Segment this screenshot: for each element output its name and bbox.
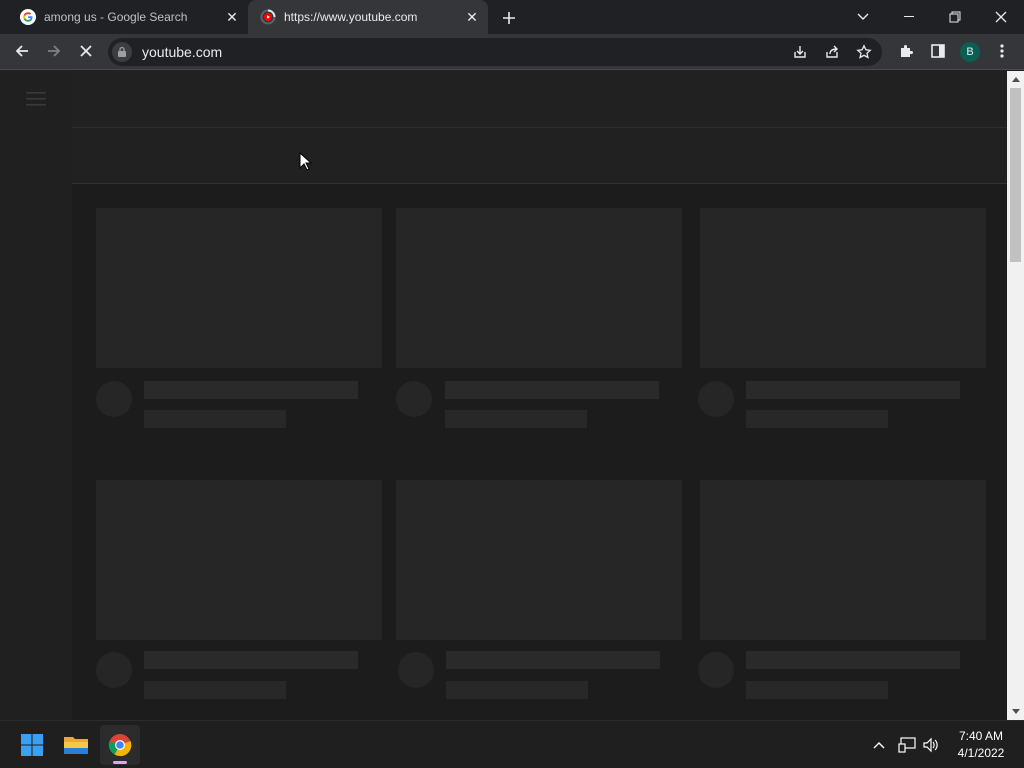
tab-title: https://www.youtube.com: [284, 10, 418, 24]
chevron-down-icon: [857, 13, 869, 20]
hamburger-menu-icon[interactable]: [26, 91, 46, 107]
title-line-skeleton: [144, 381, 358, 399]
video-thumbnail-skeleton: [96, 208, 382, 368]
chevron-up-icon: [873, 742, 885, 749]
clock-time[interactable]: 7:40 AM: [948, 729, 1014, 743]
network-icon[interactable]: [896, 734, 918, 756]
show-hidden-icons-button[interactable]: [868, 734, 890, 756]
url-text[interactable]: youtube.com: [142, 44, 222, 60]
channel-avatar-skeleton: [96, 652, 132, 688]
channel-avatar-skeleton: [96, 381, 132, 417]
page-scrollbar[interactable]: [1007, 71, 1024, 720]
mouse-cursor-icon: [299, 152, 313, 171]
extensions-button[interactable]: [892, 37, 920, 65]
tab-close-icon[interactable]: ✕: [224, 9, 240, 25]
channel-avatar-skeleton: [396, 381, 432, 417]
masthead-skeleton: [72, 71, 1007, 128]
tab-title: among us - Google Search: [44, 10, 188, 24]
profile-avatar[interactable]: B: [960, 42, 980, 62]
title-line-skeleton: [746, 381, 960, 399]
video-grid-skeleton: [72, 184, 1007, 720]
video-thumbnail-skeleton: [96, 480, 382, 640]
youtube-loading-icon: [260, 9, 276, 25]
side-panel-icon: [931, 44, 945, 58]
chrome-icon: [108, 734, 132, 757]
lock-icon[interactable]: [112, 42, 132, 62]
windows-taskbar: 7:40 AM 4/1/2022: [0, 720, 1024, 768]
plus-icon: [503, 12, 515, 24]
title-line-skeleton: [144, 651, 358, 669]
back-button[interactable]: [8, 37, 36, 65]
volume-icon[interactable]: [920, 734, 942, 756]
minimize-icon: [904, 16, 914, 17]
meta-line-skeleton: [144, 410, 286, 428]
tab-strip: among us - Google Search ✕ https://www.y…: [0, 0, 1024, 34]
scroll-down-arrow[interactable]: [1007, 703, 1024, 720]
forward-button[interactable]: [40, 37, 68, 65]
windows-logo-icon: [21, 734, 43, 756]
share-icon[interactable]: [822, 42, 842, 62]
menu-button[interactable]: [988, 37, 1016, 65]
folder-icon: [64, 737, 88, 754]
puzzle-icon: [901, 45, 913, 57]
channel-avatar-skeleton: [698, 381, 734, 417]
tab-search-button[interactable]: [840, 0, 886, 34]
arrow-left-icon: [15, 45, 28, 57]
meta-line-skeleton: [445, 410, 587, 428]
more-vertical-icon: [1000, 44, 1004, 58]
tab-google-search[interactable]: among us - Google Search ✕: [8, 0, 248, 34]
channel-avatar-skeleton: [398, 652, 434, 688]
meta-line-skeleton: [144, 681, 286, 699]
meta-line-skeleton: [746, 410, 888, 428]
side-panel-button[interactable]: [924, 37, 952, 65]
video-thumbnail-skeleton: [396, 480, 682, 640]
title-line-skeleton: [446, 651, 660, 669]
close-icon: [80, 45, 92, 57]
meta-line-skeleton: [746, 681, 888, 699]
new-tab-button[interactable]: [498, 7, 520, 29]
title-line-skeleton: [445, 381, 659, 399]
minimize-button[interactable]: [886, 0, 932, 34]
star-icon[interactable]: [854, 42, 874, 62]
close-window-button[interactable]: [978, 0, 1024, 34]
start-button[interactable]: [12, 725, 52, 765]
clock-date[interactable]: 4/1/2022: [948, 746, 1014, 760]
video-thumbnail-skeleton: [396, 208, 682, 368]
chrome-taskbar-button[interactable]: [100, 725, 140, 765]
restore-button[interactable]: [932, 0, 978, 34]
scroll-thumb[interactable]: [1010, 88, 1021, 262]
channel-avatar-skeleton: [698, 652, 734, 688]
web-page: [0, 71, 1007, 720]
video-thumbnail-skeleton: [700, 480, 986, 640]
browser-toolbar: youtube.com B: [0, 34, 1024, 70]
arrow-right-icon: [48, 45, 61, 57]
google-g-icon: [20, 9, 36, 25]
guide-sidebar: [0, 71, 72, 720]
file-explorer-button[interactable]: [56, 725, 96, 765]
tab-youtube[interactable]: https://www.youtube.com ✕: [248, 0, 488, 34]
tab-close-icon[interactable]: ✕: [464, 9, 480, 25]
chip-bar-skeleton: [72, 128, 1007, 184]
install-icon[interactable]: [790, 42, 810, 62]
scroll-up-arrow[interactable]: [1007, 71, 1024, 88]
title-line-skeleton: [746, 651, 960, 669]
video-thumbnail-skeleton: [700, 208, 986, 368]
address-bar[interactable]: youtube.com: [108, 38, 882, 66]
close-icon: [995, 11, 1007, 23]
active-app-indicator: [113, 761, 127, 764]
meta-line-skeleton: [446, 681, 588, 699]
restore-icon: [949, 11, 961, 23]
stop-loading-button[interactable]: [72, 37, 100, 65]
